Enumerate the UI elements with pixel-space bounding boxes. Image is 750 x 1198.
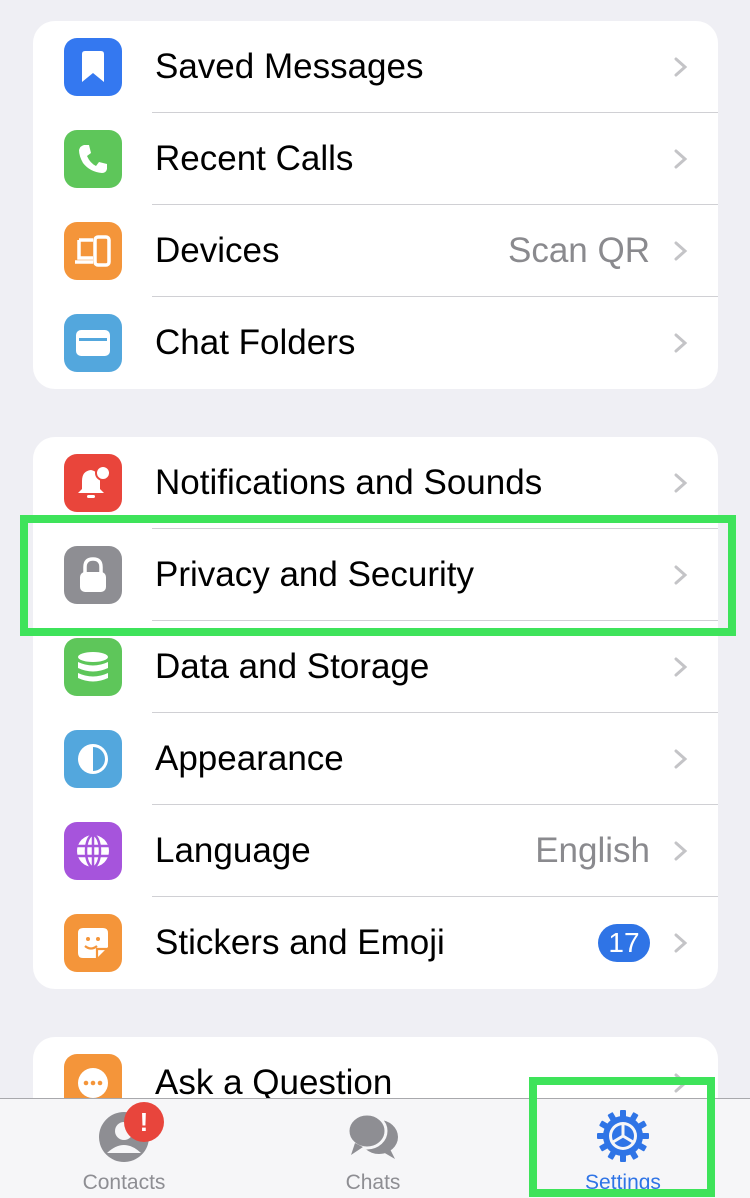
language-row[interactable]: Language English	[33, 805, 718, 897]
chat-folders-row[interactable]: Chat Folders	[33, 297, 718, 389]
lock-icon	[64, 546, 122, 604]
devices-row[interactable]: Devices Scan QR	[33, 205, 718, 297]
notifications-row[interactable]: Notifications and Sounds	[33, 437, 718, 529]
settings-group-1: Saved Messages Recent Calls Devices Scan…	[33, 21, 718, 389]
devices-icon	[64, 222, 122, 280]
chevron-right-icon	[674, 1073, 688, 1093]
phone-icon	[64, 130, 122, 188]
tab-label: Contacts	[82, 1171, 166, 1194]
chevron-right-icon	[674, 657, 688, 677]
privacy-security-row[interactable]: Privacy and Security	[33, 529, 718, 621]
chevron-right-icon	[674, 241, 688, 261]
chevron-right-icon	[674, 57, 688, 77]
language-value: English	[535, 831, 650, 870]
tab-contacts[interactable]: Contacts	[24, 1099, 224, 1198]
tab-bar: Contacts Chats Settings	[0, 1098, 750, 1198]
stickers-count-badge: 17	[598, 924, 650, 962]
row-label: Data and Storage	[155, 647, 430, 686]
globe-icon	[64, 822, 122, 880]
tab-settings[interactable]: Settings	[523, 1099, 723, 1198]
row-label: Stickers and Emoji	[155, 923, 445, 962]
tab-label: Chats	[345, 1171, 401, 1194]
row-label: Privacy and Security	[155, 555, 475, 594]
stickers-emoji-row[interactable]: Stickers and Emoji 17	[33, 897, 718, 989]
chevron-right-icon	[674, 841, 688, 861]
sticker-icon	[64, 914, 122, 972]
appearance-row[interactable]: Appearance	[33, 713, 718, 805]
folder-icon	[64, 314, 122, 372]
chevron-right-icon	[674, 333, 688, 353]
bookmark-icon	[64, 38, 122, 96]
gear-icon	[597, 1110, 649, 1162]
row-label: Appearance	[155, 739, 344, 778]
chat-bubbles-icon	[346, 1112, 398, 1159]
chevron-right-icon	[674, 149, 688, 169]
saved-messages-row[interactable]: Saved Messages	[33, 21, 718, 113]
settings-group-2: Notifications and Sounds Privacy and Sec…	[33, 437, 718, 989]
tab-chats[interactable]: Chats	[273, 1099, 473, 1198]
scan-qr-value: Scan QR	[508, 231, 650, 270]
half-circle-icon	[64, 730, 122, 788]
contacts-alert-badge: !	[124, 1102, 164, 1142]
chevron-right-icon	[674, 933, 688, 953]
data-storage-row[interactable]: Data and Storage	[33, 621, 718, 713]
row-label: Saved Messages	[155, 47, 424, 86]
chevron-right-icon	[674, 565, 688, 585]
chevron-right-icon	[674, 749, 688, 769]
chevron-right-icon	[674, 473, 688, 493]
row-label: Devices	[155, 231, 280, 270]
database-icon	[64, 638, 122, 696]
row-label: Notifications and Sounds	[155, 463, 543, 502]
row-label: Language	[155, 831, 311, 870]
row-label: Chat Folders	[155, 323, 356, 362]
tab-label: Settings	[585, 1171, 661, 1194]
bell-icon	[64, 454, 122, 512]
recent-calls-row[interactable]: Recent Calls	[33, 113, 718, 205]
row-label: Recent Calls	[155, 139, 354, 178]
